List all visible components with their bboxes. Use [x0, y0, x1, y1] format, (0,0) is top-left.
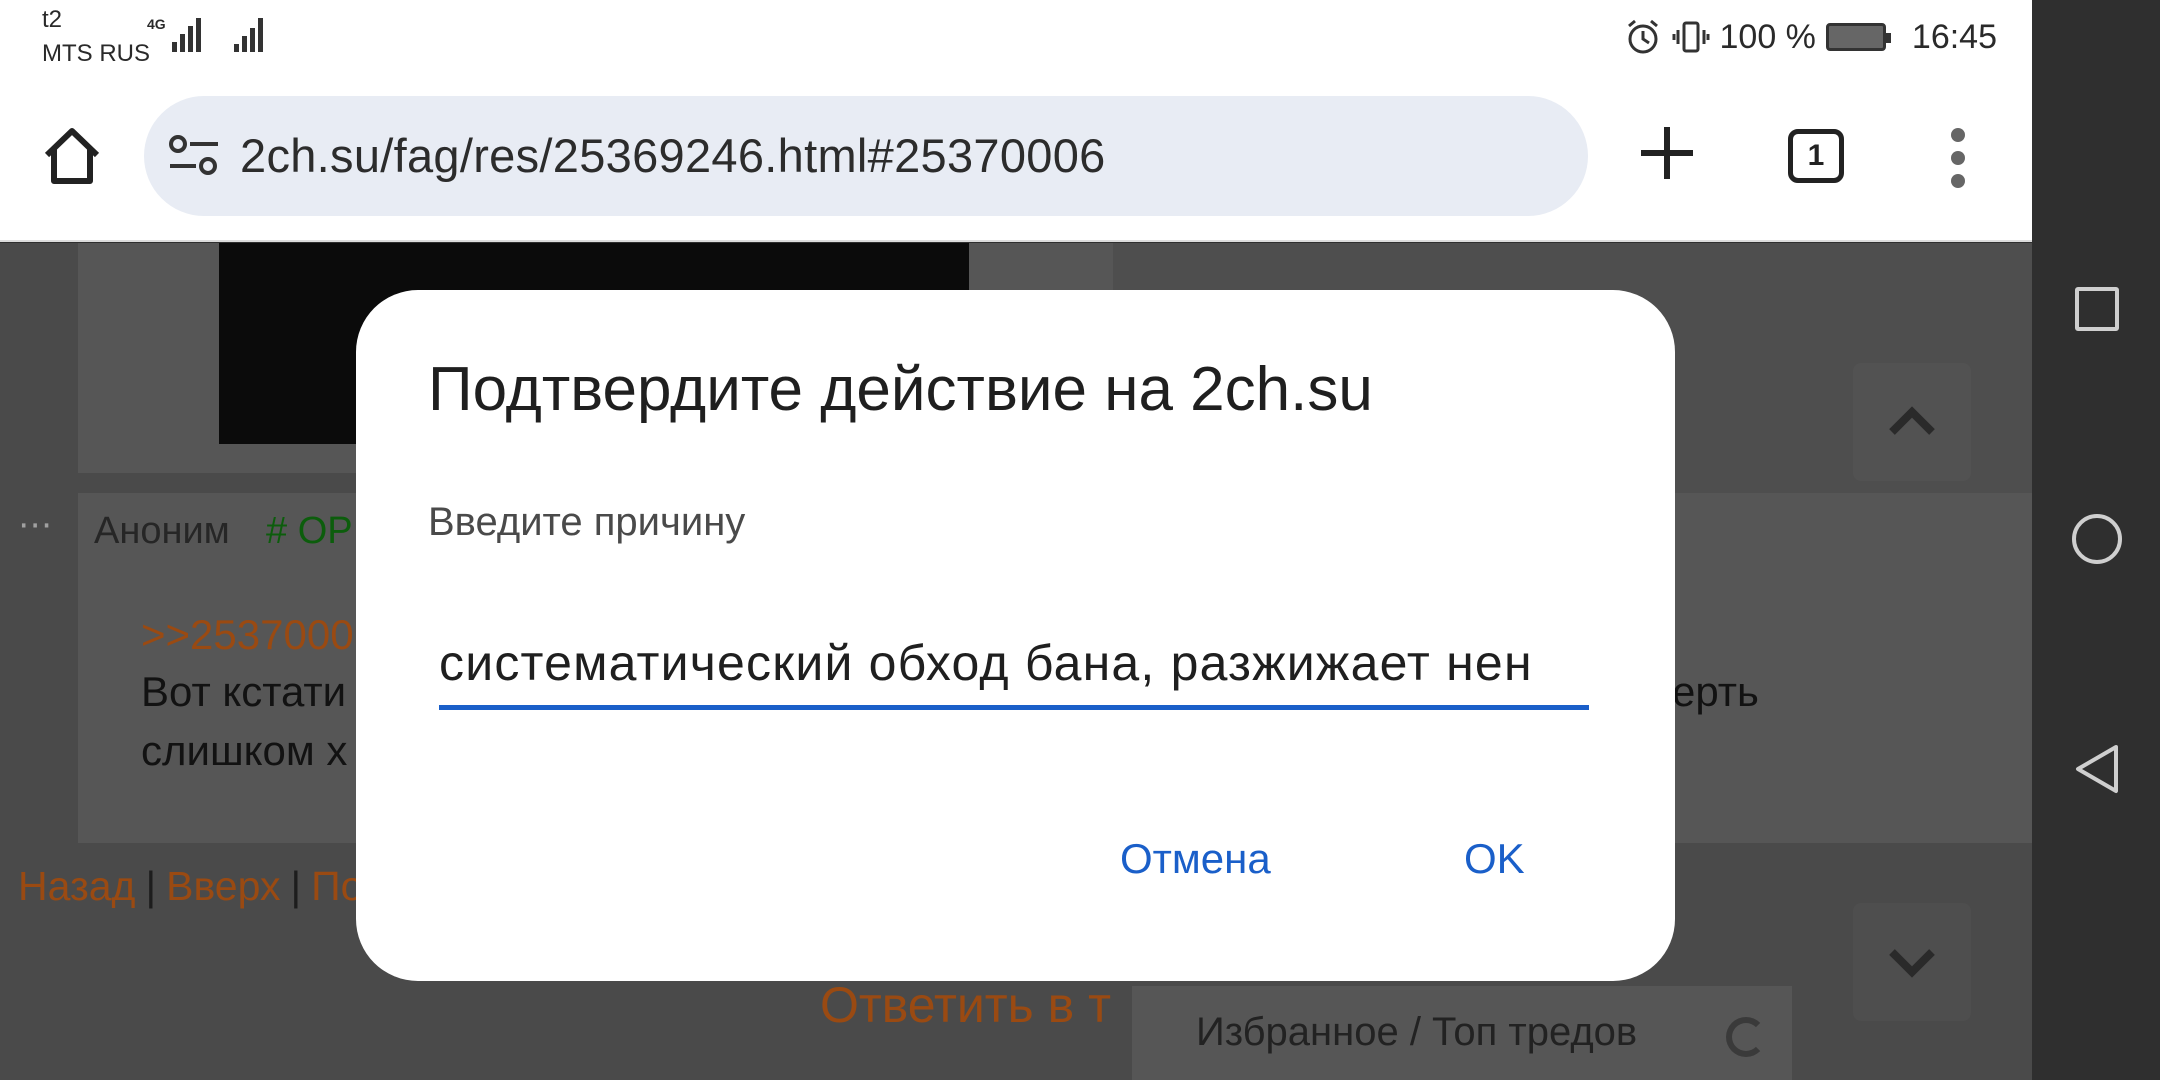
tab-switcher-button[interactable]: 1 — [1788, 129, 1844, 183]
menu-dot-icon — [1951, 128, 1965, 142]
cancel-button[interactable]: Отмена — [1120, 835, 1271, 883]
network-type: 4G — [147, 16, 166, 32]
clock: 16:45 — [1911, 17, 1997, 56]
op-tag: # OP — [266, 510, 353, 552]
reply-in-thread-button[interactable]: Ответить в т — [820, 976, 1111, 1034]
thread-nav: Назад | Вверх | По — [18, 863, 363, 910]
ok-button[interactable]: OK — [1464, 835, 1525, 883]
chevron-down-icon — [1889, 949, 1935, 978]
battery-percent: 100 % — [1719, 17, 1816, 56]
recent-apps-icon[interactable] — [2075, 287, 2119, 331]
carrier-primary: t2 — [42, 6, 63, 33]
new-tab-button[interactable] — [1632, 118, 1702, 188]
system-nav-bar — [2032, 0, 2160, 1080]
post-author: Аноним — [94, 510, 230, 552]
plus-icon — [1641, 127, 1693, 179]
vibrate-icon — [1672, 21, 1709, 53]
status-right: 100 % 16:45 — [1624, 14, 1997, 60]
dialog-title: Подтвердите действие на 2ch.su — [428, 355, 1373, 424]
nav-separator: | — [290, 863, 302, 909]
url-text[interactable]: 2ch.su/fag/res/25369246.html#25370006 — [240, 128, 1106, 183]
home-button[interactable] — [36, 120, 108, 192]
scroll-up-button[interactable] — [1853, 363, 1971, 481]
menu-dot-icon — [1951, 151, 1965, 165]
status-bar: t2 MTS RUS 4G 100 % 16:45 — [0, 0, 2032, 76]
site-settings-icon[interactable] — [166, 132, 222, 180]
loading-spinner-icon — [1726, 1017, 1766, 1057]
post-options-icon[interactable]: ⋯ — [18, 505, 54, 545]
more-menu-button[interactable] — [1944, 128, 1974, 188]
menu-dot-icon — [1951, 174, 1965, 188]
reply-link[interactable]: >>2537000 — [141, 611, 354, 659]
confirm-dialog: Подтвердите действие на 2ch.su Введите п… — [356, 290, 1675, 981]
alarm-icon — [1627, 19, 1658, 54]
nav-separator: | — [145, 863, 157, 909]
address-bar[interactable]: 2ch.su/fag/res/25369246.html#25370006 — [144, 96, 1588, 216]
post-text-fragment: ерть — [1672, 668, 1759, 715]
chevron-up-icon — [1889, 406, 1935, 435]
nav-back-link[interactable]: Назад — [18, 863, 135, 909]
dialog-prompt-label: Введите причину — [428, 500, 746, 544]
scroll-down-button[interactable] — [1853, 903, 1971, 1021]
battery-icon — [1825, 23, 1891, 51]
post-text-line: слишком х — [141, 727, 348, 774]
carrier-secondary: MTS RUS — [42, 40, 150, 67]
system-home-icon[interactable] — [2072, 514, 2122, 564]
nav-up-link[interactable]: Вверх — [166, 863, 280, 909]
favorites-label[interactable]: Избранное / Топ тредов — [1196, 1010, 1637, 1055]
back-icon[interactable] — [2072, 743, 2122, 795]
reason-field[interactable] — [439, 630, 1589, 710]
signal-icon — [172, 16, 201, 52]
post-text-line: Вот кстати — [141, 668, 347, 715]
browser-toolbar: 2ch.su/fag/res/25369246.html#25370006 1 — [0, 76, 2032, 242]
reason-input[interactable] — [439, 634, 1589, 692]
home-icon — [44, 128, 100, 184]
signal-icon — [234, 16, 263, 52]
